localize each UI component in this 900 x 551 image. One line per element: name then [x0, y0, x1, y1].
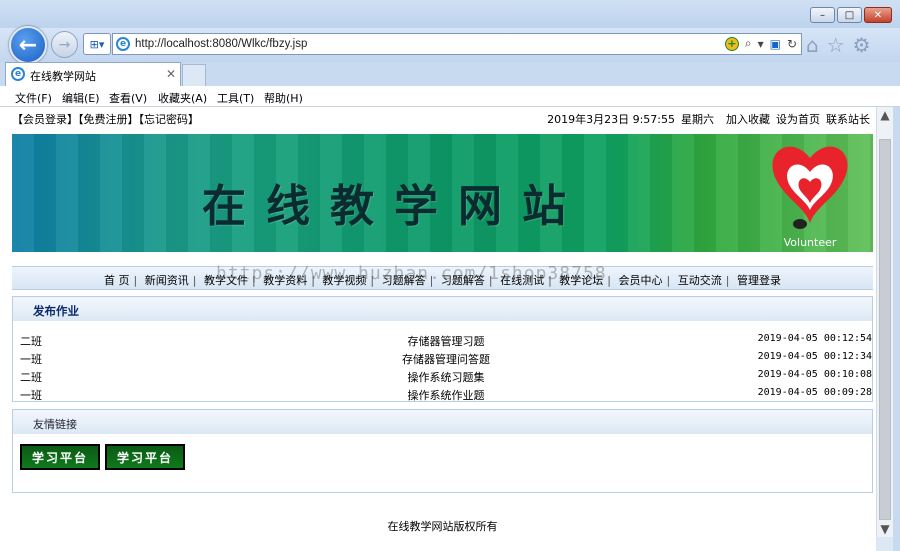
scroll-thumb[interactable]	[879, 139, 891, 520]
dropdown-icon[interactable]: ▾	[758, 37, 764, 51]
homework-link[interactable]: 操作系统习题集	[20, 369, 872, 385]
banner-title: 在线教学网站	[202, 181, 586, 232]
menu-bar: 文件(F) 编辑(E) 查看(V) 收藏夹(A) 工具(T) 帮助(H)	[0, 86, 900, 107]
homework-time: 2019-04-05 00:12:54	[757, 333, 872, 344]
homework-time: 2019-04-05 00:09:28	[757, 387, 872, 398]
weekday-text: 星期六	[681, 113, 714, 126]
friend-link-button[interactable]: 学习平台	[105, 444, 185, 470]
browser-toolbar-icons: ⌂ ☆ ⚙	[806, 33, 871, 57]
top-right-info: 2019年3月23日 9:57:55 星期六 加入收藏 设为首页 联系站长	[547, 111, 870, 127]
nav-admin-login[interactable]: 管理登录	[735, 274, 783, 287]
home-icon[interactable]: ⌂	[806, 33, 819, 57]
browser-tab[interactable]: e 在线教学网站 ✕	[5, 62, 181, 86]
datetime-text: 2019年3月23日 9:57:55	[547, 113, 675, 126]
minimize-button[interactable]: –	[810, 7, 835, 23]
tab-row: e 在线教学网站 ✕	[0, 62, 900, 86]
friend-links-header: 友情链接	[13, 410, 872, 434]
ie-page-icon: e	[116, 37, 130, 51]
compat-view-icon[interactable]: ▣	[770, 37, 781, 51]
volunteer-logo-icon: Volunteer	[772, 146, 848, 249]
homework-header: 发布作业	[13, 297, 872, 321]
window-frame-right	[893, 107, 900, 551]
vertical-scrollbar[interactable]: ▲ ▼	[876, 107, 893, 537]
contact-admin-link[interactable]: 联系站长	[826, 111, 870, 127]
site-banner: 在线教学网站 Volunteer	[12, 134, 873, 252]
friend-links-title: 友情链接	[33, 418, 77, 431]
ie-tab-icon: e	[11, 67, 25, 81]
compatibility-button[interactable]: ⊞▾	[83, 33, 111, 55]
homework-link[interactable]: 操作系统作业题	[20, 387, 872, 403]
refresh-icon[interactable]: ↻	[787, 37, 797, 51]
footer-copyright: 在线教学网站版权所有	[387, 520, 498, 533]
back-button[interactable]: ←	[9, 26, 47, 64]
forward-button[interactable]: →	[51, 31, 78, 58]
nav-interaction[interactable]: 互动交流	[676, 274, 724, 287]
new-tab-button[interactable]	[182, 64, 206, 86]
homework-row[interactable]: 一班 操作系统作业题 2019-04-05 00:09:28	[20, 385, 872, 403]
homework-title: 发布作业	[33, 304, 79, 318]
address-bar-icons: + ⌕ ▾ ▣ ↻	[724, 36, 797, 51]
favorites-star-icon[interactable]: ☆	[827, 33, 845, 57]
scroll-down-icon[interactable]: ▼	[877, 521, 893, 537]
logo-text: Volunteer	[784, 236, 837, 249]
set-homepage-link[interactable]: 设为首页	[776, 111, 820, 127]
homework-link[interactable]: 存储器管理问答题	[20, 351, 872, 367]
homework-row[interactable]: 二班 存储器管理习题 2019-04-05 00:12:54	[20, 331, 872, 349]
menu-file[interactable]: 文件(F)	[15, 90, 52, 106]
menu-help[interactable]: 帮助(H)	[264, 90, 303, 106]
add-favorite-link[interactable]: 加入收藏	[726, 111, 770, 127]
member-links[interactable]: 【会员登录】【免费注册】【忘记密码】	[12, 111, 199, 127]
homework-time: 2019-04-05 00:12:34	[757, 351, 872, 362]
menu-tools[interactable]: 工具(T)	[217, 90, 254, 106]
compat-icon: ⊞▾	[89, 37, 105, 51]
window-titlebar: – □ ✕	[0, 0, 900, 30]
menu-edit[interactable]: 编辑(E)	[62, 90, 100, 106]
addon-icon[interactable]: +	[724, 36, 739, 51]
page-content: 【会员登录】【免费注册】【忘记密码】 2019年3月23日 9:57:55 星期…	[0, 107, 876, 551]
close-window-button[interactable]: ✕	[864, 7, 892, 23]
nav-news[interactable]: 新闻资讯	[143, 274, 191, 287]
settings-gear-icon[interactable]: ⚙	[853, 33, 871, 57]
friend-links-section: 友情链接 学习平台 学习平台	[12, 409, 873, 493]
search-icon[interactable]: ⌕	[745, 36, 752, 51]
homework-time: 2019-04-05 00:10:08	[757, 369, 872, 380]
homework-row[interactable]: 二班 操作系统习题集 2019-04-05 00:10:08	[20, 367, 872, 385]
homework-link[interactable]: 存储器管理习题	[20, 333, 872, 349]
menu-view[interactable]: 查看(V)	[109, 90, 147, 106]
top-info-bar: 【会员登录】【免费注册】【忘记密码】 2019年3月23日 9:57:55 星期…	[12, 110, 874, 127]
menu-favorites[interactable]: 收藏夹(A)	[158, 90, 207, 106]
close-tab-icon[interactable]: ✕	[166, 67, 176, 81]
watermark-text: https://www.huzhan.com/1shop38758	[216, 263, 607, 284]
scroll-up-icon[interactable]: ▲	[877, 107, 893, 123]
homework-section: 发布作业 二班 存储器管理习题 2019-04-05 00:12:54 一班 存…	[12, 296, 873, 402]
nav-home[interactable]: 首 页	[102, 274, 132, 287]
tab-title: 在线教学网站	[30, 70, 96, 83]
maximize-button[interactable]: □	[837, 7, 862, 23]
nav-member-center[interactable]: 会员中心	[617, 274, 665, 287]
arrow-left-icon: ←	[18, 32, 38, 58]
arrow-right-icon: →	[58, 36, 71, 53]
friend-link-button[interactable]: 学习平台	[20, 444, 100, 470]
homework-row[interactable]: 一班 存储器管理问答题 2019-04-05 00:12:34	[20, 349, 872, 367]
address-bar[interactable]: e http://localhost:8080/Wlkc/fbzy.jsp + …	[112, 33, 802, 55]
url-text[interactable]: http://localhost:8080/Wlkc/fbzy.jsp	[135, 38, 307, 50]
